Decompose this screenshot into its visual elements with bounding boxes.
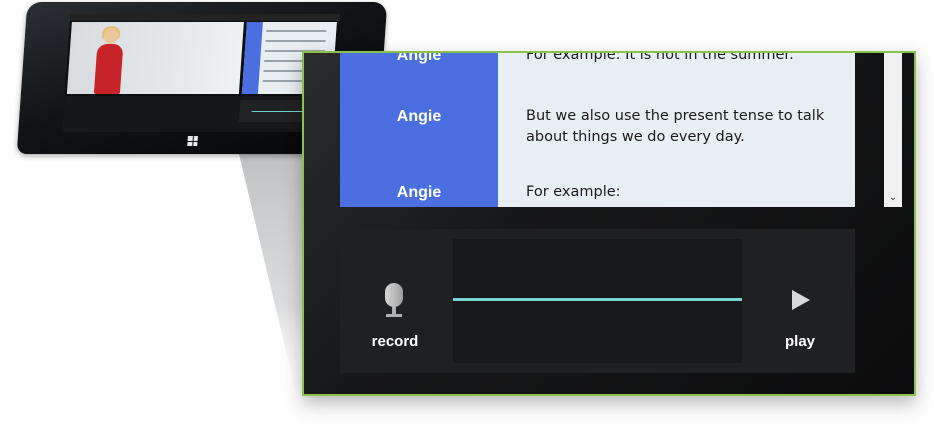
- transcript-speaker: Angie: [396, 184, 442, 201]
- transcript-line: For example: It is hot in the summer.: [526, 53, 794, 63]
- zoomed-detail-panel: Angie For example: It is hot in the summ…: [302, 51, 916, 396]
- transcript-scrollbar[interactable]: ⌄: [884, 53, 902, 207]
- chevron-down-icon[interactable]: ⌄: [884, 189, 902, 207]
- microphone-icon: [382, 283, 406, 321]
- play-label: play: [784, 333, 815, 350]
- transcript-line: But we also use the present tense to tal…: [526, 108, 825, 145]
- windows-logo-icon: [187, 136, 198, 146]
- transcript-line: For example:: [526, 184, 621, 200]
- record-button[interactable]: record: [340, 229, 450, 373]
- transcript-speaker: Angie: [396, 53, 442, 64]
- mini-top-bar: [69, 14, 341, 21]
- play-button[interactable]: play: [745, 229, 855, 373]
- tablet-screen: [62, 14, 341, 132]
- record-label: record: [371, 333, 419, 350]
- mini-video-panel: [66, 22, 244, 94]
- transcript-panel: Angie For example: It is hot in the summ…: [340, 53, 855, 207]
- waveform-area: [453, 239, 742, 363]
- voice-recorder: record play: [340, 229, 855, 373]
- play-icon: [792, 290, 810, 310]
- transcript-speaker: Angie: [396, 108, 442, 125]
- presenter-figure: [91, 26, 128, 94]
- waveform-line: [453, 298, 742, 301]
